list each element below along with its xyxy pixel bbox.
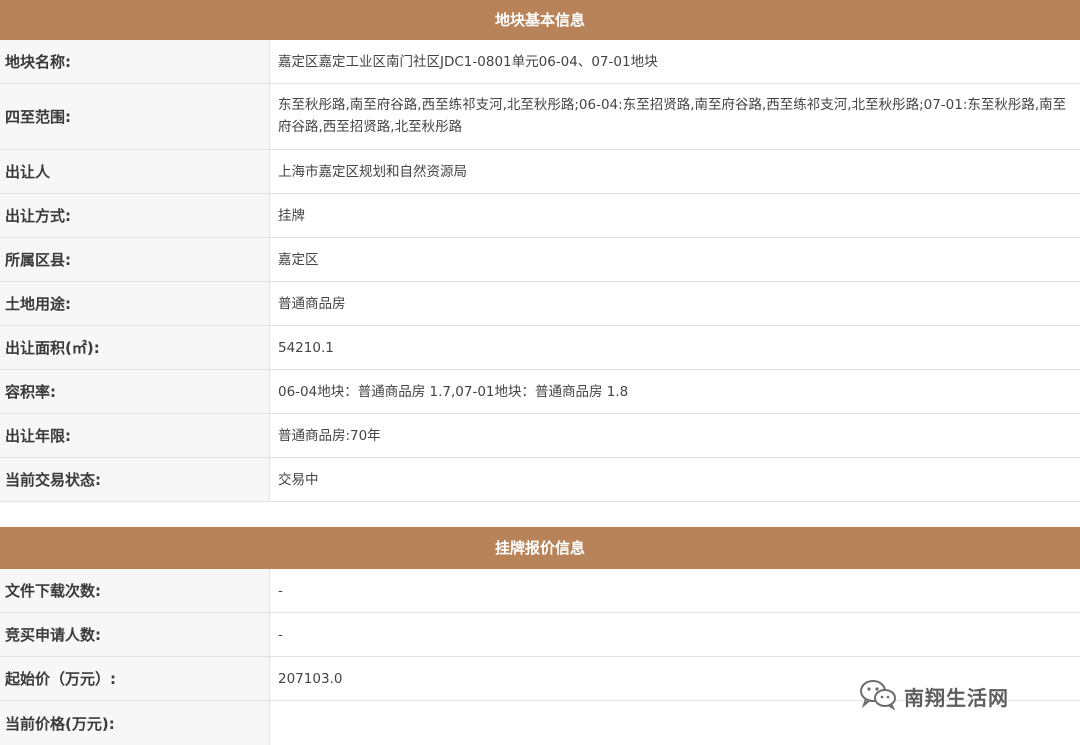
table-row: 竞买申请人数: - — [0, 613, 1080, 657]
table-row: 所属区县: 嘉定区 — [0, 238, 1080, 282]
row-value: - — [278, 582, 283, 599]
row-label: 竞买申请人数: — [0, 613, 270, 656]
listing-quote-header: 挂牌报价信息 — [0, 527, 1080, 569]
row-label: 所属区县: — [0, 238, 270, 281]
row-value: 06-04地块：普通商品房 1.7,07-01地块：普通商品房 1.8 — [278, 383, 629, 400]
table-row: 出让方式: 挂牌 — [0, 194, 1080, 238]
row-value: 普通商品房 — [278, 295, 346, 312]
row-value: - — [278, 626, 283, 643]
row-label: 出让人 — [0, 150, 270, 193]
row-label: 地块名称: — [0, 40, 270, 83]
table-row: 容积率: 06-04地块：普通商品房 1.7,07-01地块：普通商品房 1.8 — [0, 370, 1080, 414]
land-info-table: 地块基本信息 地块名称: 嘉定区嘉定工业区南门社区JDC1-0801单元06-0… — [0, 0, 1080, 502]
watermark: 南翔生活网 — [858, 678, 1009, 714]
row-label: 文件下载次数: — [0, 569, 270, 612]
row-value: 上海市嘉定区规划和自然资源局 — [278, 163, 467, 180]
row-value: 东至秋彤路,南至府谷路,西至练祁支河,北至秋彤路;06-04:东至招贤路,南至府… — [278, 97, 1067, 135]
table-row: 出让人 上海市嘉定区规划和自然资源局 — [0, 150, 1080, 194]
row-label: 当前价格(万元): — [0, 701, 270, 745]
row-value: 挂牌 — [278, 207, 305, 224]
table-row: 四至范围: 东至秋彤路,南至府谷路,西至练祁支河,北至秋彤路;06-04:东至招… — [0, 84, 1080, 150]
row-value: 54210.1 — [278, 339, 334, 356]
row-value: 普通商品房:70年 — [278, 427, 381, 444]
wechat-icon — [858, 678, 898, 714]
row-value: 嘉定区嘉定工业区南门社区JDC1-0801单元06-04、07-01地块 — [278, 53, 658, 70]
table-row: 出让年限: 普通商品房:70年 — [0, 414, 1080, 458]
table-row: 文件下载次数: - — [0, 569, 1080, 613]
row-label: 土地用途: — [0, 282, 270, 325]
row-label: 出让方式: — [0, 194, 270, 237]
row-label: 出让年限: — [0, 414, 270, 457]
table-row: 当前交易状态: 交易中 — [0, 458, 1080, 502]
row-value: 嘉定区 — [278, 251, 319, 268]
row-value: 交易中 — [278, 471, 319, 488]
table-row: 地块名称: 嘉定区嘉定工业区南门社区JDC1-0801单元06-04、07-01… — [0, 40, 1080, 84]
row-label: 四至范围: — [0, 84, 270, 149]
row-label: 当前交易状态: — [0, 458, 270, 501]
table-row: 出让面积(㎡): 54210.1 — [0, 326, 1080, 370]
watermark-text: 南翔生活网 — [904, 685, 1009, 710]
table-row: 土地用途: 普通商品房 — [0, 282, 1080, 326]
row-label: 出让面积(㎡): — [0, 326, 270, 369]
row-label: 起始价（万元）: — [0, 657, 270, 700]
row-label: 容积率: — [0, 370, 270, 413]
land-info-header: 地块基本信息 — [0, 0, 1080, 40]
